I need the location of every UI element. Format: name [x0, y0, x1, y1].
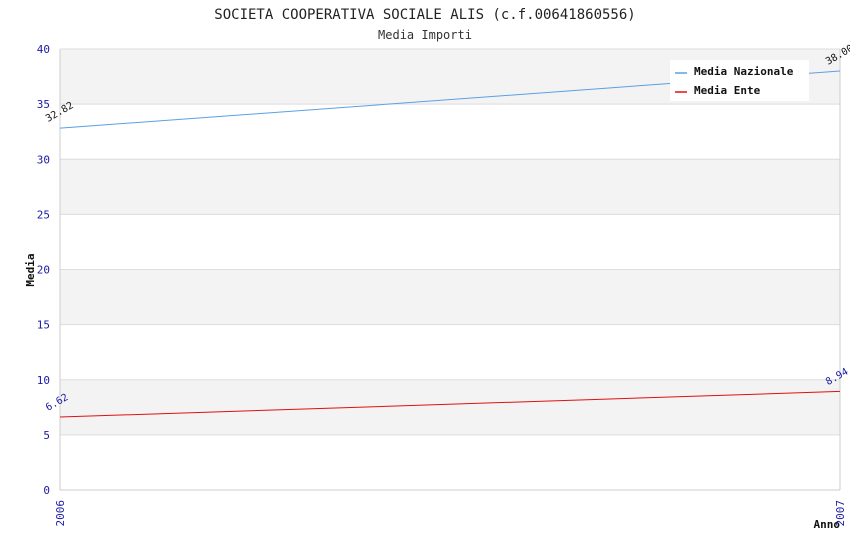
plot-bands	[60, 49, 840, 435]
y-tick-label: 35	[37, 98, 50, 111]
x-tick-label: 2006	[54, 500, 67, 527]
y-tick-label: 25	[37, 208, 50, 221]
line-chart: 0510152025303540 2006 2007 32.8238.006.62…	[24, 7, 850, 531]
x-tick-labels: 2006 2007	[54, 500, 847, 527]
grid-band	[60, 269, 840, 325]
y-tick-label: 10	[37, 374, 50, 387]
y-axis-label: Media	[24, 253, 37, 286]
series-lines	[59, 70, 841, 418]
y-tick-label: 40	[37, 43, 50, 56]
y-tick-label: 30	[37, 153, 50, 166]
legend-label-media-nazionale: Media Nazionale	[694, 65, 794, 78]
y-tick-label: 20	[37, 264, 50, 277]
y-tick-label: 0	[43, 484, 50, 497]
grid-band	[60, 379, 840, 435]
y-tick-label: 5	[43, 429, 50, 442]
legend: Media Nazionale Media Ente	[670, 60, 809, 101]
y-tick-label: 15	[37, 319, 50, 332]
chart-title: SOCIETA COOPERATIVA SOCIALE ALIS (c.f.00…	[214, 7, 635, 23]
chart-subtitle: Media Importi	[378, 28, 472, 42]
x-axis-label: Anno	[814, 518, 841, 531]
grid-band	[60, 159, 840, 215]
y-tick-labels: 0 5 10 15 20 25 30 35 40	[37, 43, 50, 497]
legend-label-media-ente: Media Ente	[694, 84, 761, 97]
